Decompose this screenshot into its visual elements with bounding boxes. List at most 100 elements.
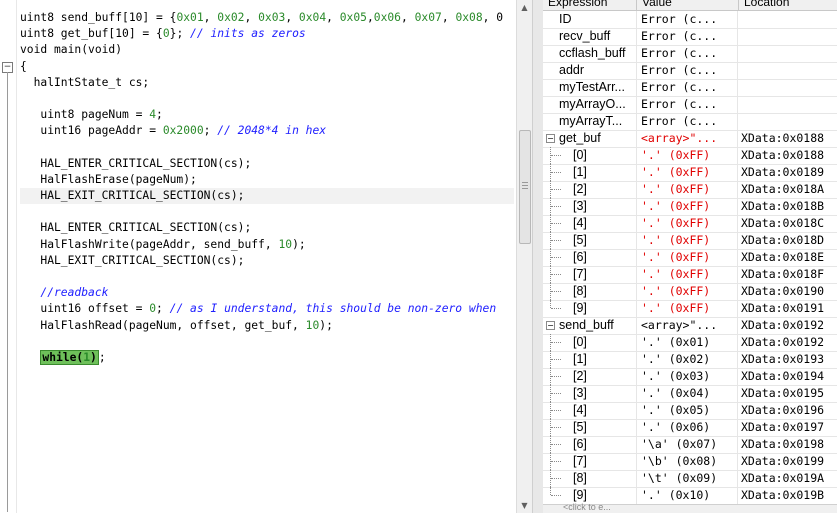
editor-vertical-scrollbar[interactable]: ▲ ▼ — [516, 0, 532, 513]
watch-child-row[interactable]: [8] '\t' (0x09) XData:0x019A — [543, 470, 837, 488]
watch-expression-cell[interactable]: [7] — [543, 266, 637, 283]
watch-value-cell[interactable]: '.' (0x06) — [637, 419, 738, 436]
watch-expression-cell[interactable]: myArrayO... — [543, 96, 637, 113]
watch-row[interactable]: recv_buff Error (c... — [543, 28, 837, 46]
watch-expression-cell[interactable]: [5] — [543, 419, 637, 436]
watch-expression-cell[interactable]: [4] — [543, 402, 637, 419]
watch-value-cell[interactable]: '.' (0xFF) — [637, 164, 738, 181]
watch-value-cell[interactable]: Error (c... — [637, 45, 738, 62]
scroll-up-arrow-icon[interactable]: ▲ — [517, 0, 532, 15]
watch-expression-cell[interactable]: [8] — [543, 283, 637, 300]
breakpoint-statement-highlight[interactable]: while(1) — [40, 349, 99, 365]
watch-expression-cell[interactable]: [4] — [543, 215, 637, 232]
watch-child-row[interactable]: [5] '.' (0x06) XData:0x0197 — [543, 419, 837, 437]
code-line[interactable]: uint16 offset = 0; // as I understand, t… — [20, 301, 514, 317]
scroll-down-arrow-icon[interactable]: ▼ — [517, 498, 532, 513]
watch-child-row[interactable]: [2] '.' (0xFF) XData:0x018A — [543, 181, 837, 199]
watch-value-cell[interactable]: Error (c... — [637, 79, 738, 96]
watch-child-row[interactable]: [3] '.' (0x04) XData:0x0195 — [543, 385, 837, 403]
watch-value-cell[interactable]: '.' (0xFF) — [637, 198, 738, 215]
watch-value-cell[interactable]: '.' (0x04) — [637, 385, 738, 402]
code-line[interactable]: uint8 get_buf[10] = {0}; // inits as zer… — [20, 26, 514, 42]
column-header-value[interactable]: Value — [637, 0, 739, 10]
watch-expression-cell[interactable]: recv_buff — [543, 28, 637, 45]
watch-expression-cell[interactable]: [2] — [543, 181, 637, 198]
watch-expression-cell[interactable]: addr — [543, 62, 637, 79]
watch-expression-cell[interactable]: [5] — [543, 232, 637, 249]
watch-child-row[interactable]: [4] '.' (0x05) XData:0x0196 — [543, 402, 837, 420]
watch-row[interactable]: myTestArr... Error (c... — [543, 79, 837, 97]
watch-value-cell[interactable]: '.' (0x05) — [637, 402, 738, 419]
watch-value-cell[interactable]: '.' (0xFF) — [637, 266, 738, 283]
watch-value-cell[interactable]: '.' (0xFF) — [637, 147, 738, 164]
watch-child-row[interactable]: [7] '.' (0xFF) XData:0x018F — [543, 266, 837, 284]
watch-child-row[interactable]: [7] '\b' (0x08) XData:0x0199 — [543, 453, 837, 471]
watch-child-row[interactable]: [5] '.' (0xFF) XData:0x018D — [543, 232, 837, 250]
watch-value-cell[interactable]: '.' (0x10) — [637, 487, 738, 504]
watch-row[interactable]: − send_buff <array>"... XData:0x0192 — [543, 317, 837, 335]
watch-child-row[interactable]: [9] '.' (0xFF) XData:0x0191 — [543, 300, 837, 318]
watch-expression-cell[interactable]: [7] — [543, 453, 637, 470]
watch-expression-cell[interactable]: − get_buf — [543, 130, 637, 147]
code-line[interactable] — [20, 269, 514, 285]
watch-child-row[interactable]: [2] '.' (0x03) XData:0x0194 — [543, 368, 837, 386]
watch-expression-cell[interactable]: − send_buff — [543, 317, 637, 334]
watch-value-cell[interactable]: <array>"... — [637, 317, 738, 334]
watch-footer-row[interactable]: <click to e... — [543, 502, 837, 513]
watch-expression-cell[interactable]: [6] — [543, 436, 637, 453]
watch-expression-cell[interactable]: [1] — [543, 351, 637, 368]
watch-child-row[interactable]: [0] '.' (0xFF) XData:0x0188 — [543, 147, 837, 165]
watch-value-cell[interactable]: Error (c... — [637, 11, 738, 28]
watch-row[interactable]: ccflash_buff Error (c... — [543, 45, 837, 63]
watch-child-row[interactable]: [0] '.' (0x01) XData:0x0192 — [543, 334, 837, 352]
watch-value-cell[interactable]: Error (c... — [637, 96, 738, 113]
code-line[interactable]: HAL_EXIT_CRITICAL_SECTION(cs); — [20, 188, 514, 205]
watch-value-cell[interactable]: '.' (0xFF) — [637, 300, 738, 317]
code-line[interactable]: //readback — [20, 285, 514, 301]
watch-value-cell[interactable]: '.' (0xFF) — [637, 232, 738, 249]
source-code[interactable]: uint8 send_buff[10] = {0x01, 0x02, 0x03,… — [20, 10, 514, 366]
code-line[interactable] — [20, 91, 514, 107]
watch-child-row[interactable]: [6] '.' (0xFF) XData:0x018E — [543, 249, 837, 267]
watch-expression-cell[interactable]: myTestArr... — [543, 79, 637, 96]
watch-value-cell[interactable]: Error (c... — [637, 62, 738, 79]
scrollbar-thumb[interactable] — [519, 130, 531, 244]
code-line[interactable]: void main(void) — [20, 42, 514, 58]
code-line[interactable] — [20, 204, 514, 220]
watch-expression-cell[interactable]: [3] — [543, 385, 637, 402]
watch-child-row[interactable]: [3] '.' (0xFF) XData:0x018B — [543, 198, 837, 216]
code-line[interactable]: uint8 send_buff[10] = {0x01, 0x02, 0x03,… — [20, 10, 514, 26]
watch-row[interactable]: addr Error (c... — [543, 62, 837, 80]
watch-value-cell[interactable]: '.' (0x01) — [637, 334, 738, 351]
watch-child-row[interactable]: [4] '.' (0xFF) XData:0x018C — [543, 215, 837, 233]
watch-expression-cell[interactable]: [9] — [543, 300, 637, 317]
watch-value-cell[interactable]: '.' (0x02) — [637, 351, 738, 368]
code-line[interactable]: HAL_ENTER_CRITICAL_SECTION(cs); — [20, 220, 514, 236]
code-line[interactable]: HalFlashErase(pageNum); — [20, 172, 514, 188]
watch-expression-cell[interactable]: myArrayT... — [543, 113, 637, 130]
watch-value-cell[interactable]: '.' (0x03) — [637, 368, 738, 385]
watch-expression-cell[interactable]: [2] — [543, 368, 637, 385]
watch-value-cell[interactable]: '\b' (0x08) — [637, 453, 738, 470]
code-line[interactable]: while(1); — [20, 349, 514, 366]
watch-expression-cell[interactable]: ID — [543, 11, 637, 28]
watch-value-cell[interactable]: '\a' (0x07) — [637, 436, 738, 453]
watch-expression-cell[interactable]: ccflash_buff — [543, 45, 637, 62]
code-line[interactable]: HAL_EXIT_CRITICAL_SECTION(cs); — [20, 253, 514, 269]
code-line[interactable]: uint16 pageAddr = 0x2000; // 2048*4 in h… — [20, 123, 514, 139]
watch-expression-cell[interactable]: [3] — [543, 198, 637, 215]
watch-row[interactable]: myArrayO... Error (c... — [543, 96, 837, 114]
collapse-toggle-icon[interactable]: − — [546, 321, 555, 330]
code-line[interactable]: halIntState_t cs; — [20, 75, 514, 91]
watch-child-row[interactable]: [1] '.' (0xFF) XData:0x0189 — [543, 164, 837, 182]
code-line[interactable] — [20, 334, 514, 350]
code-line[interactable]: uint8 pageNum = 4; — [20, 107, 514, 123]
watch-expression-cell[interactable]: [0] — [543, 147, 637, 164]
add-expression-hint[interactable]: <click to e... — [563, 502, 611, 512]
watch-child-row[interactable]: [1] '.' (0x02) XData:0x0193 — [543, 351, 837, 369]
watch-expression-cell[interactable]: [8] — [543, 470, 637, 487]
watch-expression-cell[interactable]: [1] — [543, 164, 637, 181]
column-header-expression[interactable]: Expression — [543, 0, 637, 10]
watch-expression-cell[interactable]: [0] — [543, 334, 637, 351]
code-line[interactable]: HalFlashRead(pageNum, offset, get_buf, 1… — [20, 318, 514, 334]
